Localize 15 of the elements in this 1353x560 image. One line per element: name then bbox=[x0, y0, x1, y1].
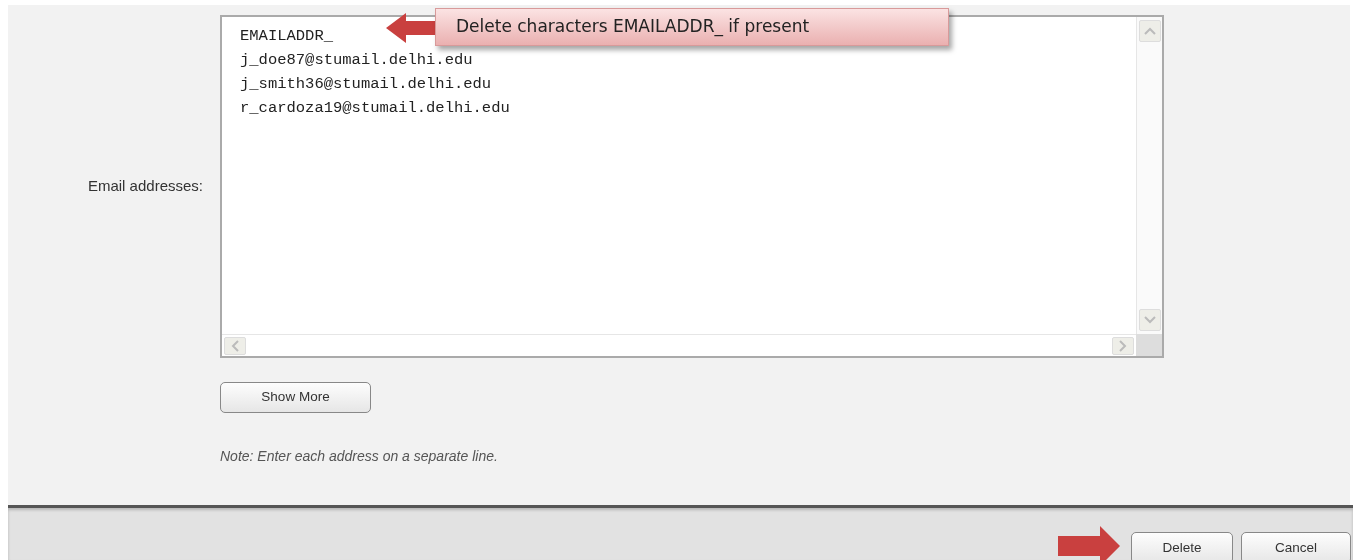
vertical-scrollbar[interactable] bbox=[1136, 17, 1162, 334]
horizontal-scrollbar[interactable] bbox=[222, 334, 1136, 356]
field-label: Email addresses: bbox=[87, 176, 203, 197]
scroll-down-icon[interactable] bbox=[1138, 309, 1161, 331]
delete-button[interactable]: Delete bbox=[1131, 532, 1233, 560]
scroll-left-icon[interactable] bbox=[224, 336, 246, 355]
arrow-icon bbox=[1058, 526, 1120, 560]
cancel-button[interactable]: Cancel bbox=[1241, 532, 1351, 560]
scroll-up-icon[interactable] bbox=[1138, 20, 1161, 42]
show-more-button[interactable]: Show More bbox=[220, 382, 371, 413]
scroll-right-icon[interactable] bbox=[1112, 336, 1134, 355]
callout-tooltip: Delete characters EMAILADDR_ if present bbox=[435, 8, 949, 46]
note-text: Note: Enter each address on a separate line. bbox=[220, 447, 499, 466]
arrow-icon bbox=[386, 12, 436, 44]
scrollbar-corner bbox=[1136, 334, 1162, 356]
